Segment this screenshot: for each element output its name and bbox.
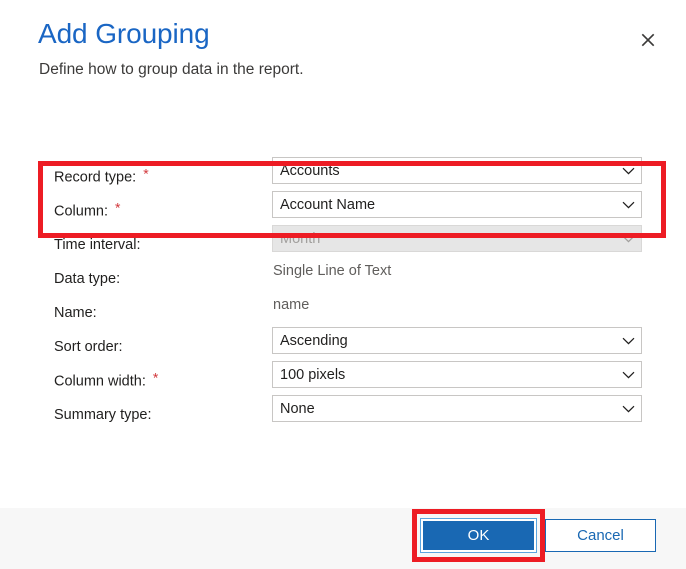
dropdown-summary-type[interactable]: None xyxy=(272,395,642,422)
chevron-down-icon xyxy=(622,333,635,349)
dropdown-column-width[interactable]: 100 pixels xyxy=(272,361,642,388)
label-summary-type: Summary type: xyxy=(54,407,152,423)
form-row-data-type: Data type: Single Line of Text xyxy=(0,262,686,296)
dropdown-record-type[interactable]: Accounts xyxy=(272,157,642,184)
chevron-down-icon xyxy=(622,367,635,383)
chevron-down-icon xyxy=(622,401,635,417)
dialog-header: Add Grouping Define how to group data in… xyxy=(0,0,686,100)
label-sort-order: Sort order: xyxy=(54,339,123,355)
label-column-text: Column: xyxy=(54,203,108,220)
form-row-name: Name: name xyxy=(0,296,686,330)
value-name: name xyxy=(273,297,310,313)
chevron-down-icon xyxy=(622,163,635,179)
dropdown-sort-order-value: Ascending xyxy=(280,332,348,349)
dropdown-column-value: Account Name xyxy=(280,196,376,213)
cancel-button[interactable]: Cancel xyxy=(545,519,656,552)
label-data-type: Data type: xyxy=(54,271,120,287)
required-asterisk: * xyxy=(152,369,159,386)
form-row-sort-order: Sort order: Ascending xyxy=(0,327,686,364)
add-grouping-dialog: Add Grouping Define how to group data in… xyxy=(0,0,686,569)
form-row-summary-type: Summary type: None xyxy=(0,395,686,432)
form-row-record-type: Record type: * Accounts xyxy=(0,157,686,194)
chevron-down-icon xyxy=(622,197,635,213)
label-column: Column: * xyxy=(54,199,121,220)
value-data-type: Single Line of Text xyxy=(273,263,392,279)
label-time-interval: Time interval: xyxy=(54,237,140,253)
grouping-form: Record type: * Accounts Column: * Account … xyxy=(0,157,686,432)
required-asterisk: * xyxy=(115,199,121,216)
dropdown-column-width-value: 100 pixels xyxy=(280,366,346,383)
required-asterisk: * xyxy=(143,165,149,182)
label-name: Name: xyxy=(54,305,97,321)
form-row-column-width: Column width: * 100 pixels xyxy=(0,361,686,398)
label-name-text: Name: xyxy=(54,305,97,321)
page-title: Add Grouping xyxy=(38,18,210,49)
label-time-interval-text: Time interval: xyxy=(54,237,141,253)
dropdown-sort-order[interactable]: Ascending xyxy=(272,327,642,354)
dropdown-record-type-value: Accounts xyxy=(280,162,340,179)
dialog-subtitle: Define how to group data in the report. xyxy=(39,61,304,78)
close-button[interactable] xyxy=(635,27,661,53)
dropdown-time-interval: Month xyxy=(272,225,642,252)
dropdown-time-interval-value: Month xyxy=(280,230,321,247)
label-sort-order-text: Sort order: xyxy=(54,339,123,355)
dropdown-summary-type-value: None xyxy=(280,400,315,417)
ok-button[interactable]: OK xyxy=(420,518,537,553)
label-column-width: Column width: * xyxy=(54,369,159,390)
close-icon xyxy=(641,33,655,47)
dropdown-column[interactable]: Account Name xyxy=(272,191,642,218)
label-data-type-text: Data type: xyxy=(54,271,121,287)
chevron-down-icon xyxy=(622,231,635,247)
form-row-time-interval: Time interval: Month xyxy=(0,225,686,262)
form-row-column: Column: * Account Name xyxy=(0,191,686,228)
label-column-width-text: Column width: xyxy=(54,373,146,390)
label-summary-type-text: Summary type: xyxy=(54,407,152,423)
label-record-type-text: Record type: xyxy=(54,169,137,186)
label-record-type: Record type: * xyxy=(54,165,149,186)
